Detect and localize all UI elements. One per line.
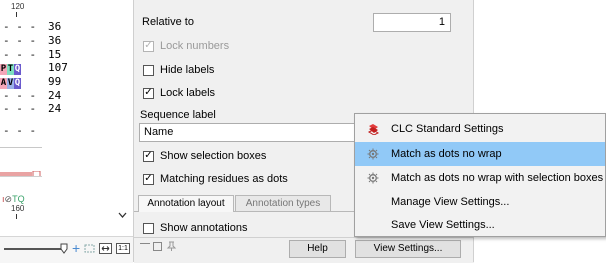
ruler-number-bottom: 160 — [11, 204, 25, 213]
alignment-row: - - - 15 — [3, 48, 61, 61]
zoom-slider-thumb[interactable] — [60, 243, 68, 254]
alignment-row: - - - 36 — [3, 34, 61, 47]
checkbox-label: Lock labels — [160, 87, 216, 99]
checkbox-box[interactable]: ✓ — [143, 173, 154, 185]
sequence-label-heading: Sequence label — [140, 109, 216, 121]
ruler-tick — [16, 214, 17, 219]
zoom-1-to-1-button[interactable]: 1:1 — [116, 243, 130, 254]
menu-item-save-view-settings[interactable]: Save View Settings... — [355, 213, 605, 237]
gap-dashes: - - - — [3, 34, 37, 47]
pin-icon[interactable] — [166, 241, 177, 252]
menu-item-label: Match as dots no wrap — [391, 148, 502, 160]
gap-dashes: - - - — [3, 89, 37, 102]
show-selection-boxes-checkbox[interactable]: ✓ Show selection boxes — [143, 150, 266, 162]
row-count: 36 — [48, 20, 62, 33]
checkbox-label: Lock numbers — [160, 40, 230, 52]
alignment-row: - - - — [3, 124, 36, 137]
alignment-row: AVQ 99 — [0, 75, 61, 89]
show-annotations-checkbox[interactable]: Show annotations — [143, 222, 247, 234]
consensus-marker: ⊘ — [4, 194, 13, 204]
checkbox-box[interactable] — [143, 64, 154, 76]
graph-baseline — [0, 176, 42, 177]
lock-numbers-checkbox[interactable]: ✓ Lock numbers — [143, 40, 229, 52]
residue: P — [0, 64, 7, 75]
consensus-glyph: Q — [17, 194, 25, 204]
checkbox-box[interactable]: ✓ — [143, 87, 154, 99]
gap-dashes: - - - — [3, 20, 37, 33]
gap-dashes: - - - — [3, 124, 37, 137]
alignment-view: 120 - - - 36 - - - 36 - - - 15 PTQ 107 A… — [0, 0, 133, 236]
menu-item-manage-view-settings[interactable]: Manage View Settings... — [355, 190, 605, 214]
row-count: 107 — [48, 61, 68, 74]
gear-icon — [367, 148, 379, 160]
residue: V — [7, 78, 14, 89]
zoom-toolbar: + 1:1 — [0, 236, 133, 263]
menu-item-match-as-dots-no-wrap-selection-boxes[interactable]: Match as dots no wrap with selection box… — [355, 166, 605, 190]
matching-residues-checkbox[interactable]: ✓ Matching residues as dots — [143, 173, 288, 185]
view-settings-button[interactable]: View Settings... — [355, 240, 461, 258]
checkbox-box[interactable]: ✓ — [143, 40, 154, 52]
zoom-in-icon[interactable]: + — [72, 240, 80, 256]
lock-labels-checkbox[interactable]: ✓ Lock labels — [143, 87, 215, 99]
alignment-row: - - - 24 — [3, 102, 61, 115]
menu-item-match-as-dots-no-wrap[interactable]: Match as dots no wrap — [355, 142, 605, 166]
chevron-down-icon[interactable] — [118, 212, 127, 218]
view-settings-menu: CLC Standard Settings Match as dots no w… — [354, 113, 606, 237]
gap-dashes: - - - — [3, 102, 37, 115]
fit-width-icon[interactable] — [99, 243, 112, 254]
help-button[interactable]: Help — [289, 240, 346, 258]
relative-to-label: Relative to — [142, 16, 194, 28]
residue: T — [7, 64, 14, 75]
collapse-icon[interactable] — [140, 243, 150, 244]
ruler-number-top: 120 — [11, 2, 25, 11]
row-count: 36 — [48, 34, 62, 47]
menu-item-label: Manage View Settings... — [391, 196, 510, 208]
alignment-row: PTQ 107 — [0, 61, 68, 75]
gap-dashes: - - - — [3, 48, 37, 61]
checkbox-label: Show selection boxes — [160, 150, 267, 162]
graph-baseline — [0, 147, 42, 148]
checkbox-label: Hide labels — [160, 64, 215, 76]
alignment-row: - - - 36 — [3, 20, 61, 33]
checkbox-box[interactable] — [143, 222, 154, 234]
menu-item-label: Match as dots no wrap with selection box… — [391, 172, 604, 184]
checkbox-label: Show annotations — [160, 222, 248, 234]
checkbox-label: Matching residues as dots — [160, 173, 288, 185]
clc-logo-icon — [367, 124, 379, 135]
row-count: 99 — [48, 75, 62, 88]
alignment-row: - - - 24 — [3, 89, 61, 102]
row-count: 24 — [48, 102, 62, 115]
residue: Q — [14, 78, 21, 89]
conservation-graph — [0, 168, 42, 178]
menu-item-label: Save View Settings... — [391, 219, 495, 231]
row-count: 15 — [48, 48, 62, 61]
gear-icon — [367, 172, 379, 184]
ruler-tick — [16, 12, 17, 17]
restore-icon[interactable] — [153, 242, 162, 251]
tab-annotation-layout[interactable]: Annotation layout — [138, 195, 234, 212]
hide-labels-checkbox[interactable]: Hide labels — [143, 64, 214, 76]
checkbox-box[interactable]: ✓ — [143, 150, 154, 162]
residue: A — [0, 78, 7, 89]
menu-item-clc-standard-settings[interactable]: CLC Standard Settings — [355, 117, 605, 141]
zoom-slider-track[interactable] — [4, 248, 62, 250]
row-count: 24 — [48, 89, 62, 102]
relative-to-input[interactable]: 1 — [373, 13, 451, 32]
menu-item-label: CLC Standard Settings — [391, 123, 504, 135]
zoom-selection-icon[interactable] — [84, 243, 95, 254]
residue: Q — [14, 64, 21, 75]
tab-annotation-types[interactable]: Annotation types — [235, 195, 331, 211]
